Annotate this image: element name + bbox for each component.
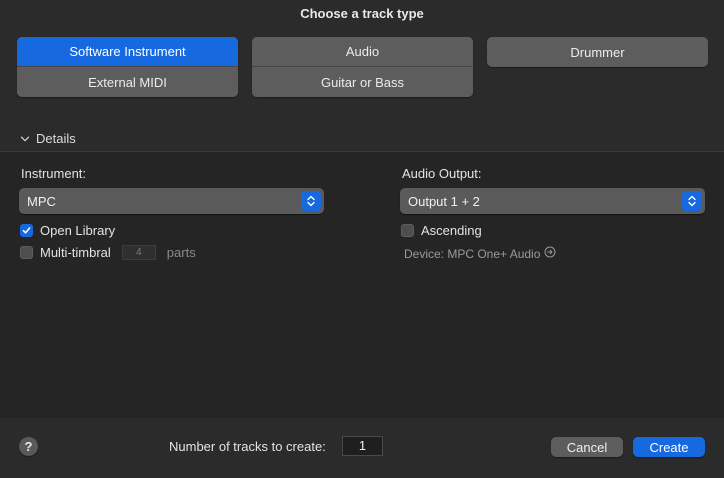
chevron-down-icon	[20, 134, 30, 144]
track-type-group-audio: Audio Guitar or Bass	[252, 37, 473, 97]
multitimbral-checkbox[interactable]	[20, 246, 33, 259]
popup-arrows-icon	[301, 191, 321, 211]
device-label: Device: MPC One+ Audio	[404, 246, 541, 261]
details-disclosure[interactable]: Details	[20, 131, 76, 146]
drummer-button[interactable]: Drummer	[487, 37, 708, 67]
multitimbral-label: Multi-timbral	[40, 245, 111, 260]
dialog-title: Choose a track type	[300, 6, 424, 21]
audio-output-label: Audio Output:	[402, 166, 482, 181]
cancel-button[interactable]: Cancel	[551, 437, 623, 457]
device-info: Device: MPC One+ Audio	[404, 246, 556, 261]
popup-arrows-icon	[682, 191, 702, 211]
parts-field[interactable]: 4	[121, 245, 156, 260]
audio-button[interactable]: Audio	[252, 37, 473, 67]
new-track-dialog: Choose a track type Software Instrument …	[0, 0, 724, 478]
open-library-checkbox[interactable]	[20, 224, 33, 237]
ascending-label: Ascending	[421, 223, 482, 238]
arrow-circle-right-icon[interactable]	[544, 246, 556, 261]
instrument-popup[interactable]: MPC	[19, 188, 324, 214]
software-instrument-button[interactable]: Software Instrument	[17, 37, 238, 67]
audio-output-value: Output 1 + 2	[408, 193, 480, 209]
ascending-row: Ascending	[401, 223, 482, 238]
instrument-value: MPC	[27, 193, 56, 209]
open-library-label: Open Library	[40, 223, 116, 238]
parts-label: parts	[166, 245, 196, 260]
audio-output-popup[interactable]: Output 1 + 2	[400, 188, 705, 214]
track-count-field[interactable]: 1	[342, 436, 383, 456]
open-library-row: Open Library	[20, 223, 115, 238]
create-button[interactable]: Create	[633, 437, 705, 457]
details-label: Details	[36, 131, 76, 146]
guitar-or-bass-button[interactable]: Guitar or Bass	[252, 67, 473, 97]
track-count-label: Number of tracks to create:	[169, 439, 326, 454]
ascending-checkbox[interactable]	[401, 224, 414, 237]
instrument-label: Instrument:	[21, 166, 87, 181]
multitimbral-row: Multi-timbral 4 parts	[20, 245, 196, 260]
external-midi-button[interactable]: External MIDI	[17, 67, 238, 97]
track-type-group-instrument: Software Instrument External MIDI	[17, 37, 238, 97]
help-button[interactable]: ?	[19, 437, 38, 456]
checkmark-icon	[22, 227, 31, 234]
